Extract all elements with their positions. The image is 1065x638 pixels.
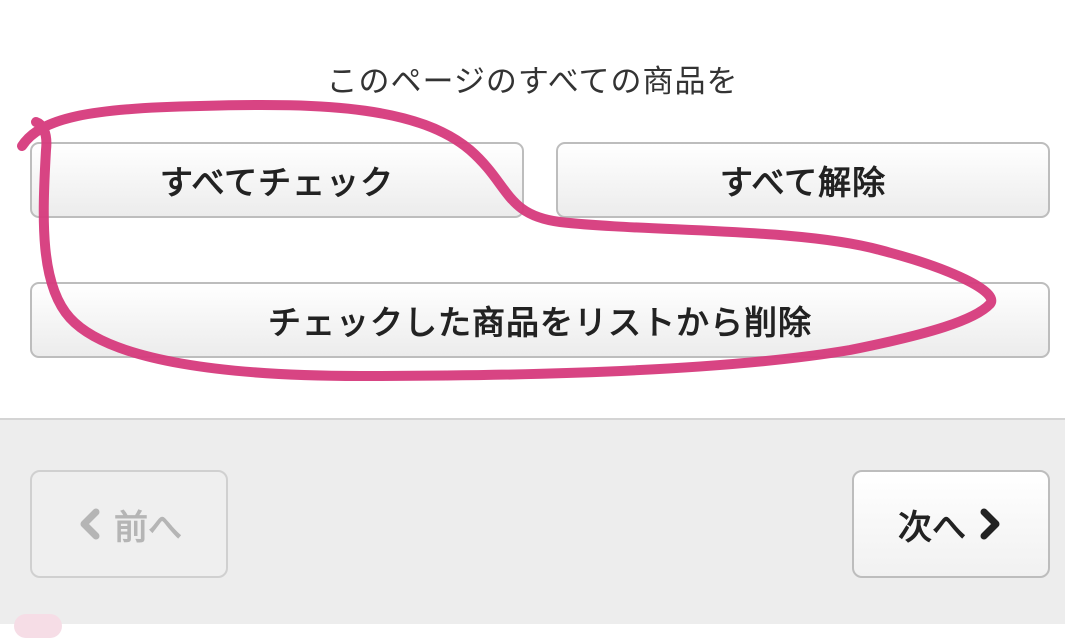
prev-page-button[interactable]: 前へ [30,470,228,578]
check-all-button[interactable]: すべてチェック [30,142,524,218]
uncheck-all-button[interactable]: すべて解除 [556,142,1050,218]
chevron-left-icon [76,504,104,544]
prev-page-label: 前へ [114,507,182,548]
delete-checked-items-button[interactable]: チェックした商品をリストから削除 [30,282,1050,358]
corner-indicator [14,614,62,638]
next-page-label: 次へ [898,507,966,548]
pagination-bar: 前へ 次へ [0,420,1065,624]
chevron-right-icon [976,504,1004,544]
bulk-action-panel: このページのすべての商品を すべてチェック すべて解除 チェックした商品をリスト… [0,0,1065,418]
next-page-button[interactable]: 次へ [852,470,1050,578]
bulk-action-heading: このページのすべての商品を [326,64,739,100]
